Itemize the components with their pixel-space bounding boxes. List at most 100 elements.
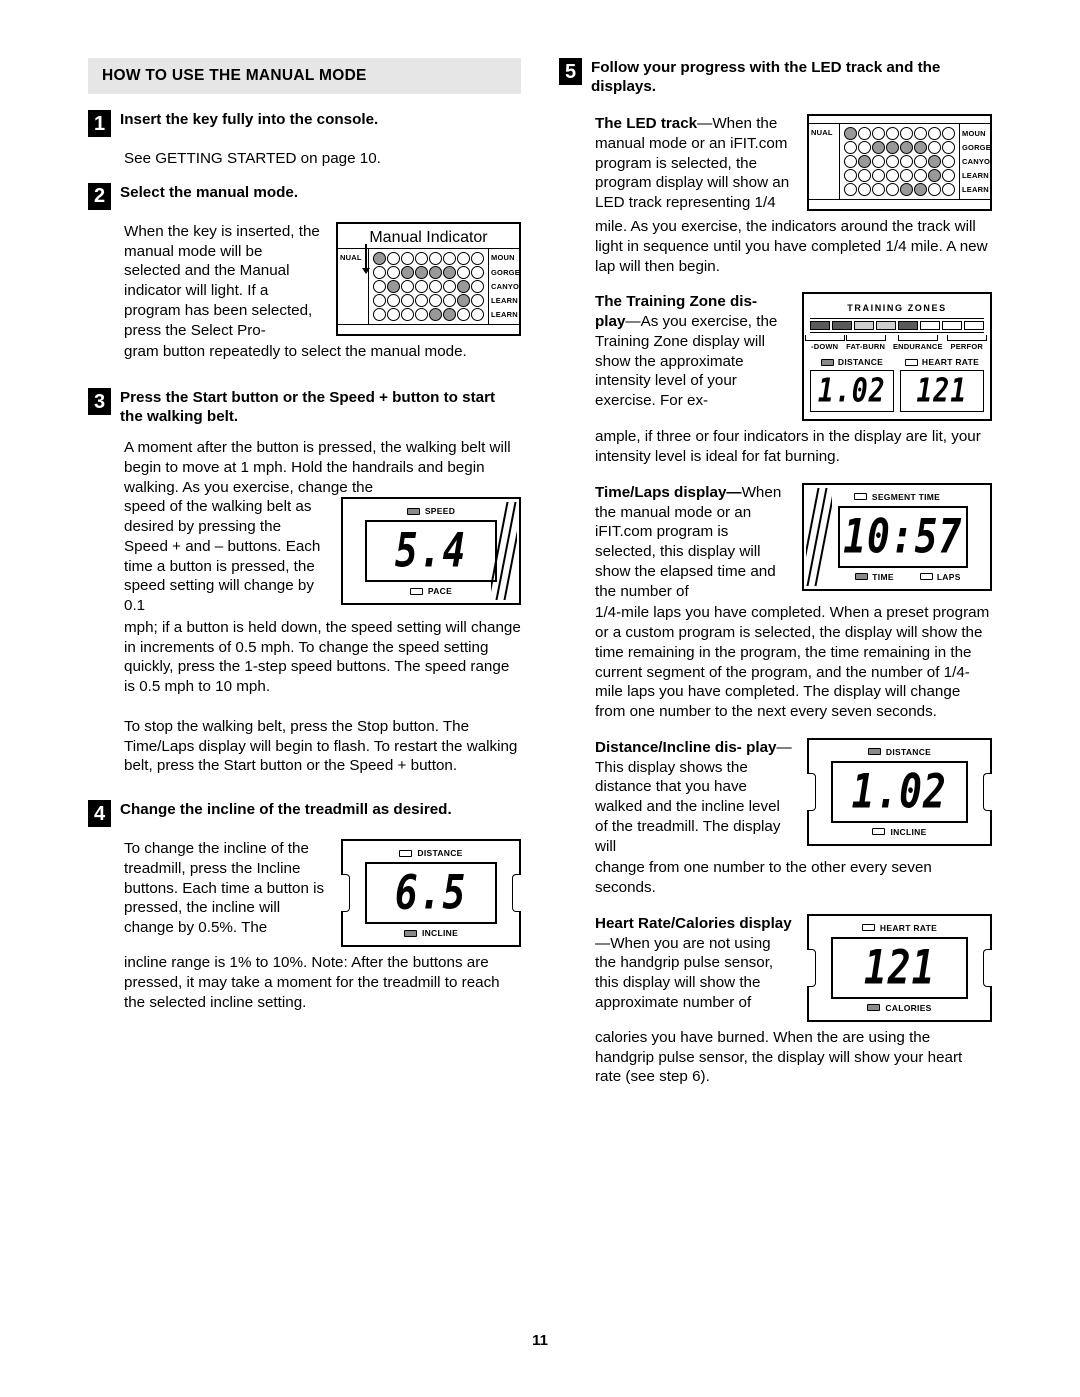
step-5: 5 Follow your progress with the LED trac… <box>559 58 992 96</box>
display-tab-right <box>983 948 992 987</box>
training-zone-segment <box>876 321 896 331</box>
time-laps-display: SEGMENT TIME 10:57 TIME LAPS <box>802 482 992 591</box>
heart-rate-calories-content: HEART RATE 121 CALORIES Heart Rate/Calor… <box>559 913 992 1026</box>
led-indicator <box>942 127 955 141</box>
led-right-label-1: GORGE <box>962 142 990 152</box>
distance-incline-tail: change from one number to the other ever… <box>595 859 932 897</box>
led-indicator <box>942 183 955 197</box>
laps-indicator-icon <box>919 573 933 581</box>
manual-indicator-figure: Manual Indicator NUAL MOUN GORGE CANYO L… <box>336 221 521 336</box>
training-zones-title: TRAINING ZONES <box>847 303 947 314</box>
step-number: 1 <box>88 110 111 137</box>
led-indicator <box>457 307 470 321</box>
led-indicator <box>942 141 955 155</box>
led-indicator <box>886 141 899 155</box>
training-zone-content: TRAINING ZONES -DOWN FAT-BURN ENDURANCE … <box>559 292 992 425</box>
step-title: Follow your progress with the LED track … <box>591 59 941 95</box>
heart-rate-indicator-icon <box>861 924 875 932</box>
led-right-label-4: LEARN <box>491 310 518 320</box>
incline-top-label: DISTANCE <box>417 848 463 859</box>
led-row <box>844 155 955 169</box>
led-row <box>844 127 955 141</box>
heart-rate-indicator-icon <box>904 358 918 366</box>
tz-distance-label: DISTANCE <box>837 357 884 368</box>
led-indicator <box>928 155 941 169</box>
display-tab-right <box>983 772 992 811</box>
heart-rate-label: HEART RATE <box>879 922 938 933</box>
tz-heart-rate-readout: HEART RATE 121 <box>900 357 984 413</box>
led-indicator <box>443 265 456 279</box>
training-zone-segment <box>942 321 962 331</box>
step-1-body: See GETTING STARTED on page 10. <box>124 150 381 167</box>
led-row <box>373 279 484 293</box>
zone-label-0: -DOWN <box>804 335 845 351</box>
pointer-arrow-icon <box>362 243 370 274</box>
display-tab-right <box>512 874 521 913</box>
led-indicator <box>387 251 400 265</box>
led-indicator <box>900 169 913 183</box>
led-indicator <box>387 307 400 321</box>
distance-incline-display: DISTANCE 1.02 INCLINE <box>807 737 992 846</box>
led-indicator <box>886 155 899 169</box>
led-indicator <box>401 307 414 321</box>
speed-bottom-label: PACE <box>427 586 453 597</box>
led-indicator <box>443 293 456 307</box>
led-indicator <box>429 265 442 279</box>
time-laps-bottom-label-row: TIME LAPS <box>812 572 982 582</box>
distance-incline-lead-in: Distance/Incline dis- <box>595 738 742 756</box>
led-indicator <box>858 183 871 197</box>
distance-indicator-icon <box>867 748 881 756</box>
step-number: 2 <box>88 182 111 210</box>
training-zone-readouts: DISTANCE 1.02 HEART RATE 121 <box>810 357 984 413</box>
step-3-content: SPEED 5.4 PACE speed of the walking belt… <box>88 497 521 616</box>
step-2-content: Manual Indicator NUAL MOUN GORGE CANYO L… <box>88 221 521 341</box>
led-indicator <box>387 279 400 293</box>
distance-incline-content: DISTANCE 1.02 INCLINE Distance/Incline d… <box>559 737 992 857</box>
led-row <box>844 169 955 183</box>
incline-screen: 6.5 <box>365 862 497 925</box>
training-zone-segment <box>832 321 852 331</box>
led-indicator <box>900 141 913 155</box>
led-track-lead-in: The LED track <box>595 115 698 133</box>
led-indicator <box>373 279 386 293</box>
display-tab-left <box>807 948 816 987</box>
calories-label: CALORIES <box>885 1002 932 1013</box>
distance-incline-lead-in-2: play <box>746 738 777 756</box>
display-tab-left <box>807 772 816 811</box>
led-indicator <box>886 169 899 183</box>
segment-time-indicator-icon <box>853 493 867 501</box>
incline-indicator-icon <box>403 929 417 937</box>
led-indicator <box>858 155 871 169</box>
brace-icon <box>804 335 845 342</box>
led-track-tail: mile. As you exercise, the indicators ar… <box>595 218 988 275</box>
tz-heart-rate-value: 121 <box>916 371 968 411</box>
heart-rate-calories-lead-in: Heart Rate/Calories <box>595 914 736 932</box>
tz-distance-value: 1.02 <box>818 371 886 411</box>
led-indicator <box>928 183 941 197</box>
led-row <box>373 307 484 321</box>
page-number: 11 <box>532 1332 548 1349</box>
led-right-label-1: GORGE <box>491 267 519 277</box>
distance-label: DISTANCE <box>885 746 932 757</box>
speed-indicator-icon <box>406 507 420 515</box>
led-indicator <box>429 293 442 307</box>
distance-value: 1.02 <box>851 764 948 819</box>
figure-caption: Manual Indicator <box>369 228 488 246</box>
training-zone-lead-in-2: play <box>595 313 626 331</box>
speed-top-label: SPEED <box>424 506 456 517</box>
speed-screen: 5.4 <box>365 520 497 583</box>
figure-caption-wrap: Manual Indicator <box>338 224 519 274</box>
incline-bottom-label-row: INCLINE <box>351 928 511 938</box>
distance-incline-body: —This display shows the distance that yo… <box>595 738 792 855</box>
led-indicator <box>914 141 927 155</box>
led-row <box>844 141 955 155</box>
led-indicator <box>872 141 885 155</box>
training-zone-lead-in: The Training Zone dis- <box>595 293 758 311</box>
led-indicator <box>443 251 456 265</box>
time-laps-lead-in: Time/Laps display— <box>595 483 742 501</box>
led-indicator <box>443 307 456 321</box>
time-laps-figure: SEGMENT TIME 10:57 TIME LAPS <box>802 482 992 591</box>
right-column: 5 Follow your progress with the LED trac… <box>559 58 992 1087</box>
step-number: 5 <box>559 58 582 85</box>
led-indicator <box>401 293 414 307</box>
